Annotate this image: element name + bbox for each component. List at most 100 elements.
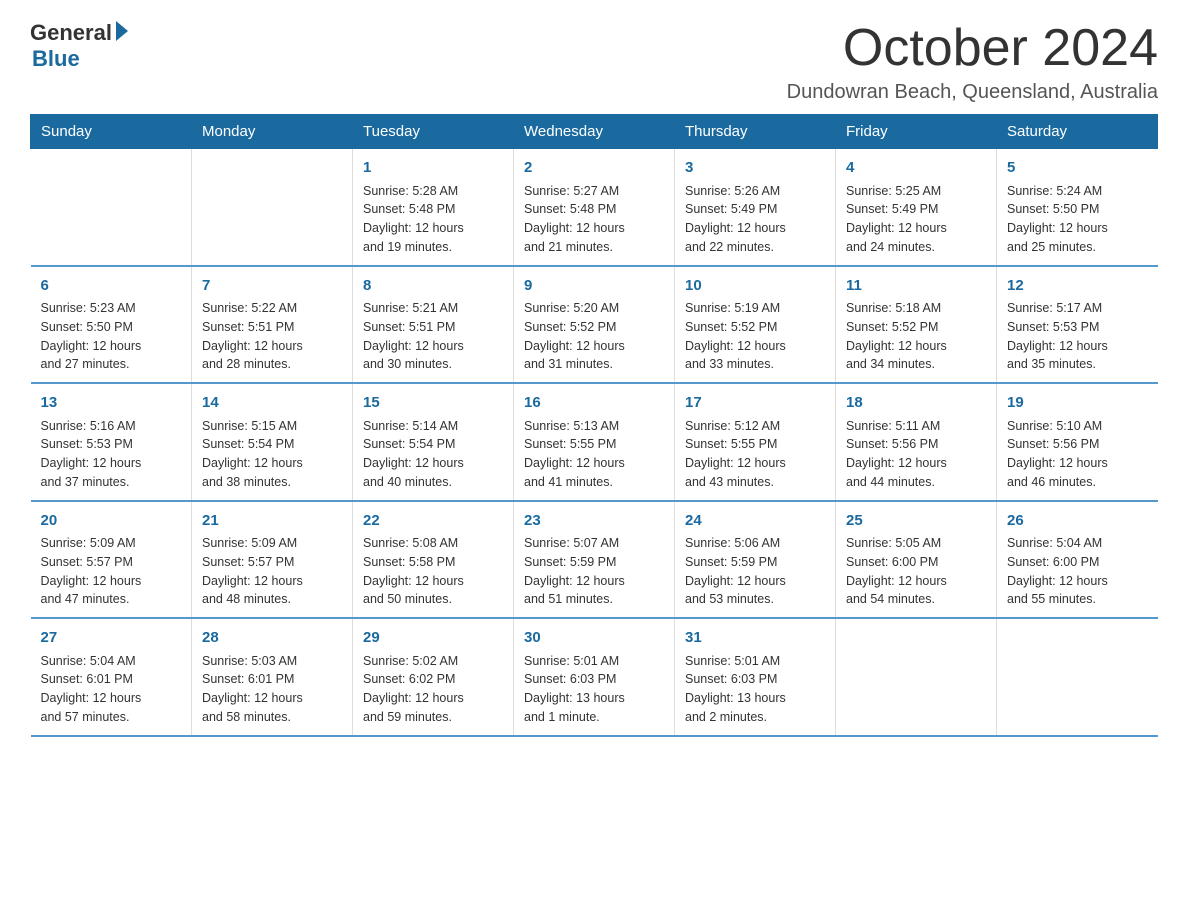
calendar-cell: 17Sunrise: 5:12 AM Sunset: 5:55 PM Dayli… — [675, 383, 836, 501]
calendar-cell — [31, 149, 192, 266]
day-number: 11 — [846, 275, 986, 298]
day-info: Sunrise: 5:10 AM Sunset: 5:56 PM Dayligh… — [1007, 417, 1148, 492]
day-number: 30 — [524, 627, 664, 650]
day-info: Sunrise: 5:24 AM Sunset: 5:50 PM Dayligh… — [1007, 182, 1148, 257]
calendar-cell: 12Sunrise: 5:17 AM Sunset: 5:53 PM Dayli… — [997, 266, 1158, 384]
day-info: Sunrise: 5:23 AM Sunset: 5:50 PM Dayligh… — [41, 299, 182, 374]
day-number: 4 — [846, 157, 986, 180]
day-info: Sunrise: 5:12 AM Sunset: 5:55 PM Dayligh… — [685, 417, 825, 492]
logo: General Blue — [30, 20, 128, 72]
calendar-cell: 15Sunrise: 5:14 AM Sunset: 5:54 PM Dayli… — [353, 383, 514, 501]
calendar-cell: 13Sunrise: 5:16 AM Sunset: 5:53 PM Dayli… — [31, 383, 192, 501]
day-info: Sunrise: 5:15 AM Sunset: 5:54 PM Dayligh… — [202, 417, 342, 492]
day-info: Sunrise: 5:14 AM Sunset: 5:54 PM Dayligh… — [363, 417, 503, 492]
header-monday: Monday — [192, 115, 353, 149]
calendar-cell: 20Sunrise: 5:09 AM Sunset: 5:57 PM Dayli… — [31, 501, 192, 619]
day-number: 25 — [846, 510, 986, 533]
header-tuesday: Tuesday — [353, 115, 514, 149]
header-wednesday: Wednesday — [514, 115, 675, 149]
calendar-cell: 9Sunrise: 5:20 AM Sunset: 5:52 PM Daylig… — [514, 266, 675, 384]
day-number: 24 — [685, 510, 825, 533]
day-number: 23 — [524, 510, 664, 533]
calendar-cell: 4Sunrise: 5:25 AM Sunset: 5:49 PM Daylig… — [836, 149, 997, 266]
days-of-week-row: SundayMondayTuesdayWednesdayThursdayFrid… — [31, 115, 1158, 149]
day-info: Sunrise: 5:21 AM Sunset: 5:51 PM Dayligh… — [363, 299, 503, 374]
week-row-2: 6Sunrise: 5:23 AM Sunset: 5:50 PM Daylig… — [31, 266, 1158, 384]
day-number: 16 — [524, 392, 664, 415]
day-number: 17 — [685, 392, 825, 415]
day-info: Sunrise: 5:08 AM Sunset: 5:58 PM Dayligh… — [363, 534, 503, 609]
day-number: 6 — [41, 275, 182, 298]
calendar-body: 1Sunrise: 5:28 AM Sunset: 5:48 PM Daylig… — [31, 149, 1158, 736]
calendar-cell — [192, 149, 353, 266]
calendar-cell: 28Sunrise: 5:03 AM Sunset: 6:01 PM Dayli… — [192, 618, 353, 736]
day-info: Sunrise: 5:28 AM Sunset: 5:48 PM Dayligh… — [363, 182, 503, 257]
calendar-table: SundayMondayTuesdayWednesdayThursdayFrid… — [30, 114, 1158, 737]
day-info: Sunrise: 5:09 AM Sunset: 5:57 PM Dayligh… — [41, 534, 182, 609]
day-info: Sunrise: 5:06 AM Sunset: 5:59 PM Dayligh… — [685, 534, 825, 609]
day-info: Sunrise: 5:18 AM Sunset: 5:52 PM Dayligh… — [846, 299, 986, 374]
header-sunday: Sunday — [31, 115, 192, 149]
day-info: Sunrise: 5:19 AM Sunset: 5:52 PM Dayligh… — [685, 299, 825, 374]
day-number: 3 — [685, 157, 825, 180]
day-info: Sunrise: 5:22 AM Sunset: 5:51 PM Dayligh… — [202, 299, 342, 374]
header-friday: Friday — [836, 115, 997, 149]
day-number: 7 — [202, 275, 342, 298]
calendar-cell: 21Sunrise: 5:09 AM Sunset: 5:57 PM Dayli… — [192, 501, 353, 619]
day-number: 13 — [41, 392, 182, 415]
day-number: 29 — [363, 627, 503, 650]
day-info: Sunrise: 5:26 AM Sunset: 5:49 PM Dayligh… — [685, 182, 825, 257]
page-header: General Blue October 2024 Dundowran Beac… — [30, 20, 1158, 104]
calendar-cell: 6Sunrise: 5:23 AM Sunset: 5:50 PM Daylig… — [31, 266, 192, 384]
calendar-cell: 18Sunrise: 5:11 AM Sunset: 5:56 PM Dayli… — [836, 383, 997, 501]
day-info: Sunrise: 5:20 AM Sunset: 5:52 PM Dayligh… — [524, 299, 664, 374]
calendar-cell: 11Sunrise: 5:18 AM Sunset: 5:52 PM Dayli… — [836, 266, 997, 384]
calendar-cell: 29Sunrise: 5:02 AM Sunset: 6:02 PM Dayli… — [353, 618, 514, 736]
day-number: 15 — [363, 392, 503, 415]
day-info: Sunrise: 5:07 AM Sunset: 5:59 PM Dayligh… — [524, 534, 664, 609]
calendar-cell: 25Sunrise: 5:05 AM Sunset: 6:00 PM Dayli… — [836, 501, 997, 619]
day-number: 5 — [1007, 157, 1148, 180]
calendar-cell: 30Sunrise: 5:01 AM Sunset: 6:03 PM Dayli… — [514, 618, 675, 736]
day-number: 18 — [846, 392, 986, 415]
calendar-cell: 14Sunrise: 5:15 AM Sunset: 5:54 PM Dayli… — [192, 383, 353, 501]
day-number: 14 — [202, 392, 342, 415]
calendar-cell: 22Sunrise: 5:08 AM Sunset: 5:58 PM Dayli… — [353, 501, 514, 619]
day-info: Sunrise: 5:17 AM Sunset: 5:53 PM Dayligh… — [1007, 299, 1148, 374]
day-info: Sunrise: 5:02 AM Sunset: 6:02 PM Dayligh… — [363, 652, 503, 727]
day-number: 28 — [202, 627, 342, 650]
header-saturday: Saturday — [997, 115, 1158, 149]
calendar-cell: 5Sunrise: 5:24 AM Sunset: 5:50 PM Daylig… — [997, 149, 1158, 266]
day-number: 2 — [524, 157, 664, 180]
calendar-cell: 19Sunrise: 5:10 AM Sunset: 5:56 PM Dayli… — [997, 383, 1158, 501]
day-number: 20 — [41, 510, 182, 533]
calendar-cell: 2Sunrise: 5:27 AM Sunset: 5:48 PM Daylig… — [514, 149, 675, 266]
day-info: Sunrise: 5:11 AM Sunset: 5:56 PM Dayligh… — [846, 417, 986, 492]
day-number: 8 — [363, 275, 503, 298]
day-info: Sunrise: 5:04 AM Sunset: 6:01 PM Dayligh… — [41, 652, 182, 727]
calendar-header: SundayMondayTuesdayWednesdayThursdayFrid… — [31, 115, 1158, 149]
logo-general: General — [30, 20, 112, 46]
day-info: Sunrise: 5:16 AM Sunset: 5:53 PM Dayligh… — [41, 417, 182, 492]
title-area: October 2024 Dundowran Beach, Queensland… — [787, 20, 1158, 104]
day-info: Sunrise: 5:04 AM Sunset: 6:00 PM Dayligh… — [1007, 534, 1148, 609]
header-thursday: Thursday — [675, 115, 836, 149]
logo-blue: Blue — [32, 46, 80, 72]
calendar-cell: 3Sunrise: 5:26 AM Sunset: 5:49 PM Daylig… — [675, 149, 836, 266]
calendar-cell: 16Sunrise: 5:13 AM Sunset: 5:55 PM Dayli… — [514, 383, 675, 501]
week-row-3: 13Sunrise: 5:16 AM Sunset: 5:53 PM Dayli… — [31, 383, 1158, 501]
day-number: 26 — [1007, 510, 1148, 533]
calendar-cell: 24Sunrise: 5:06 AM Sunset: 5:59 PM Dayli… — [675, 501, 836, 619]
calendar-cell: 26Sunrise: 5:04 AM Sunset: 6:00 PM Dayli… — [997, 501, 1158, 619]
day-info: Sunrise: 5:09 AM Sunset: 5:57 PM Dayligh… — [202, 534, 342, 609]
day-info: Sunrise: 5:05 AM Sunset: 6:00 PM Dayligh… — [846, 534, 986, 609]
calendar-cell: 31Sunrise: 5:01 AM Sunset: 6:03 PM Dayli… — [675, 618, 836, 736]
day-number: 1 — [363, 157, 503, 180]
day-number: 22 — [363, 510, 503, 533]
month-title: October 2024 — [787, 20, 1158, 77]
calendar-cell: 27Sunrise: 5:04 AM Sunset: 6:01 PM Dayli… — [31, 618, 192, 736]
day-number: 10 — [685, 275, 825, 298]
day-info: Sunrise: 5:25 AM Sunset: 5:49 PM Dayligh… — [846, 182, 986, 257]
calendar-cell: 8Sunrise: 5:21 AM Sunset: 5:51 PM Daylig… — [353, 266, 514, 384]
day-info: Sunrise: 5:27 AM Sunset: 5:48 PM Dayligh… — [524, 182, 664, 257]
